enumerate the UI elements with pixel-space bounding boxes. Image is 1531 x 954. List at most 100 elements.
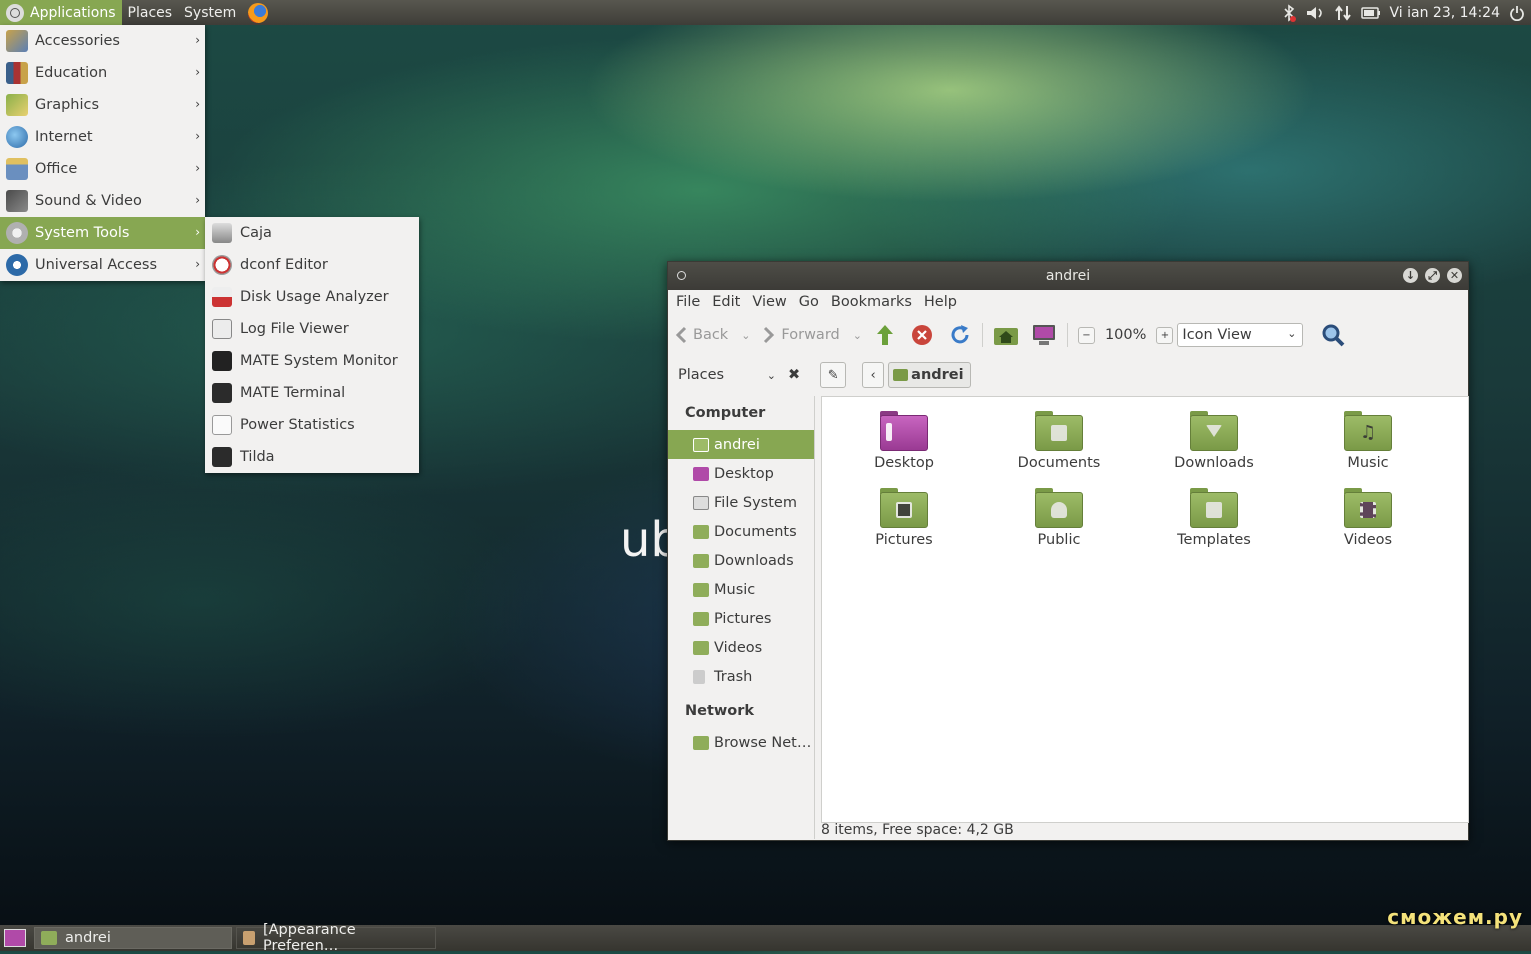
close-sidebar-icon[interactable]: ✖ (788, 367, 800, 383)
sidebar-item-browse-network[interactable]: Browse Net… (668, 728, 814, 757)
system-menu[interactable]: System (178, 0, 242, 25)
power-statistics-icon (212, 415, 232, 435)
downloads-folder-icon (693, 553, 709, 568)
sidebar-type-select[interactable]: Places ⌄ (678, 367, 776, 383)
zoom-level[interactable]: 100% (1105, 327, 1146, 343)
menu-item-universal-access[interactable]: Universal Access › (0, 249, 205, 281)
menu-item-mate-terminal[interactable]: MATE Terminal (205, 377, 419, 409)
chevron-right-icon: › (195, 129, 200, 143)
file-manager-window: andrei ↓ ⤢ ✕ File Edit View Go Bookmarks… (667, 261, 1469, 841)
search-icon[interactable] (1321, 323, 1345, 347)
firefox-icon[interactable] (248, 2, 269, 23)
menu-item-log-file-viewer[interactable]: Log File Viewer (205, 313, 419, 345)
file-item-videos[interactable]: Videos (1303, 488, 1433, 548)
menu-item-sound-video[interactable]: Sound & Video › (0, 185, 205, 217)
toolbar-separator (981, 323, 983, 347)
menu-edit[interactable]: Edit (706, 294, 746, 310)
window-menu-icon[interactable] (677, 271, 686, 280)
view-mode-select[interactable]: Icon View ⌄ (1177, 323, 1304, 347)
sidebar-item-trash[interactable]: Trash (668, 662, 814, 691)
file-item-desktop[interactable]: Desktop (839, 411, 969, 471)
system-tools-icon (6, 222, 28, 244)
system-tray: Vi ian 23, 14:24 (1282, 0, 1525, 25)
sidebar-item-desktop[interactable]: Desktop (668, 459, 814, 488)
menu-go[interactable]: Go (793, 294, 825, 310)
show-desktop-button[interactable] (4, 929, 26, 947)
edit-location-button[interactable]: ✎ (820, 362, 847, 388)
close-button[interactable]: ✕ (1447, 268, 1462, 283)
file-item-templates[interactable]: Templates (1149, 488, 1279, 548)
path-left-button[interactable]: ‹ (862, 362, 885, 388)
menu-item-mate-system-monitor[interactable]: MATE System Monitor (205, 345, 419, 377)
file-item-public[interactable]: Public (994, 488, 1124, 548)
taskbar-label: [Appearance Preferen… (262, 922, 356, 954)
menu-file[interactable]: File (670, 294, 706, 310)
breadcrumb-andrei[interactable]: andrei (888, 362, 971, 388)
taskbar-item-appearance[interactable]: [Appearance Preferen… (236, 922, 436, 954)
appearance-icon (243, 931, 255, 945)
up-arrow-icon[interactable] (874, 323, 896, 347)
stop-icon[interactable] (910, 323, 934, 347)
location-bar: Places ⌄ ✖ ✎ ‹ andrei (668, 356, 1468, 394)
menu-item-disk-usage-analyzer[interactable]: Disk Usage Analyzer (205, 281, 419, 313)
maximize-button[interactable]: ⤢ (1425, 268, 1440, 283)
menu-bookmarks[interactable]: Bookmarks (825, 294, 918, 310)
computer-icon[interactable] (1031, 323, 1057, 347)
system-tools-submenu: Caja dconf Editor Disk Usage Analyzer Lo… (205, 217, 419, 473)
clock[interactable]: Vi ian 23, 14:24 (1390, 5, 1500, 21)
bluetooth-icon[interactable] (1282, 3, 1296, 22)
volume-icon[interactable] (1305, 5, 1325, 21)
back-button[interactable]: Back ⌄ (674, 326, 750, 344)
menu-item-internet[interactable]: Internet › (0, 121, 205, 153)
view-mode-value: Icon View (1182, 327, 1252, 343)
file-item-music[interactable]: ♫ Music (1303, 411, 1433, 471)
home-icon[interactable] (993, 324, 1019, 346)
sidebar-heading-computer: Computer (685, 405, 766, 421)
sidebar-item-pictures[interactable]: Pictures (668, 604, 814, 633)
forward-button[interactable]: Forward ⌄ (762, 326, 862, 344)
sidebar-item-videos[interactable]: Videos (668, 633, 814, 662)
disk-usage-analyzer-icon (212, 287, 232, 307)
menu-item-education[interactable]: Education › (0, 57, 205, 89)
taskbar-item-andrei[interactable]: andrei (34, 927, 232, 949)
applications-label: Applications (30, 4, 116, 21)
sidebar-item-label: Pictures (714, 610, 772, 627)
menu-item-graphics[interactable]: Graphics › (0, 89, 205, 121)
documents-folder-icon (1035, 411, 1083, 451)
power-icon[interactable] (1509, 5, 1525, 21)
window-titlebar[interactable]: andrei ↓ ⤢ ✕ (668, 262, 1468, 290)
menu-help[interactable]: Help (918, 294, 963, 310)
chevron-right-icon: › (195, 65, 200, 79)
network-icon[interactable] (1334, 4, 1352, 22)
menu-item-system-tools[interactable]: System Tools › (0, 217, 205, 249)
sidebar-item-music[interactable]: Music (668, 575, 814, 604)
reload-icon[interactable] (948, 323, 972, 347)
sidebar-item-documents[interactable]: Documents (668, 517, 814, 546)
minimize-button[interactable]: ↓ (1403, 268, 1418, 283)
menu-item-power-statistics[interactable]: Power Statistics (205, 409, 419, 441)
file-label: Desktop (874, 455, 934, 471)
sidebar-item-downloads[interactable]: Downloads (668, 546, 814, 575)
file-item-pictures[interactable]: Pictures (839, 488, 969, 548)
menu-item-tilda[interactable]: Tilda (205, 441, 419, 473)
sidebar-item-file-system[interactable]: File System (668, 488, 814, 517)
menu-item-dconf-editor[interactable]: dconf Editor (205, 249, 419, 281)
sidebar-item-andrei[interactable]: andrei (668, 430, 814, 459)
file-item-documents[interactable]: Documents (994, 411, 1124, 471)
battery-icon[interactable] (1360, 6, 1381, 19)
sidebar-item-label: Videos (714, 639, 763, 656)
menu-item-accessories[interactable]: Accessories › (0, 25, 205, 57)
zoom-out-button[interactable]: − (1077, 326, 1095, 344)
videos-folder-icon (693, 640, 709, 655)
places-menu[interactable]: Places (122, 0, 179, 25)
applications-menu[interactable]: Applications (0, 0, 122, 25)
file-item-downloads[interactable]: Downloads (1149, 411, 1279, 471)
system-label: System (184, 4, 237, 21)
downloads-folder-icon (1190, 411, 1238, 451)
zoom-in-button[interactable]: + (1156, 326, 1174, 344)
menu-item-caja[interactable]: Caja (205, 217, 419, 249)
chevron-right-icon: › (195, 161, 200, 175)
menu-item-label: Sound & Video (35, 193, 142, 209)
menu-item-office[interactable]: Office › (0, 153, 205, 185)
menu-view[interactable]: View (746, 294, 792, 310)
